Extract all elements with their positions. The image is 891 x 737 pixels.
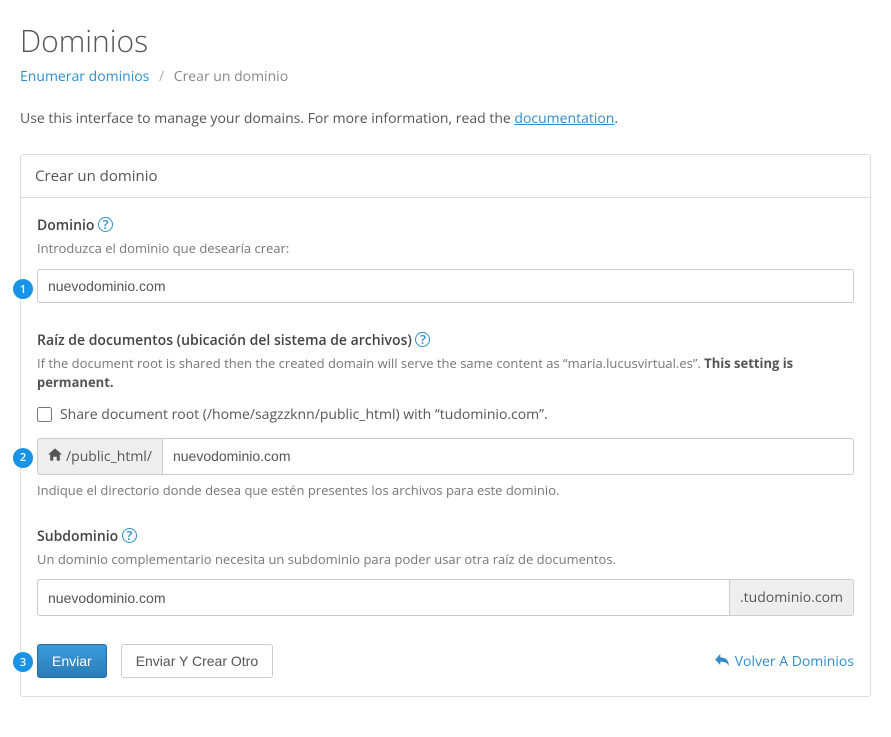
breadcrumb: Enumerar dominios / Crear un dominio (20, 67, 871, 86)
documentation-link[interactable]: documentation (514, 109, 614, 128)
create-domain-panel: Crear un dominio 1 Dominio ? Introduzca … (20, 154, 871, 697)
share-docroot-row[interactable]: Share document root (/home/sagzzknn/publ… (37, 405, 854, 424)
docroot-input-group: /public_html/ (37, 438, 854, 475)
domain-group: 1 Dominio ? Introduzca el dominio que de… (37, 216, 854, 303)
subdomain-label: Subdominio (37, 527, 118, 546)
docroot-prefix-text: /public_html/ (66, 447, 152, 466)
help-icon[interactable]: ? (98, 217, 113, 232)
step-badge-2: 2 (13, 448, 33, 468)
subdomain-input[interactable] (37, 579, 730, 616)
domain-input[interactable] (37, 269, 854, 303)
help-icon[interactable]: ? (415, 332, 430, 347)
domain-label: Dominio (37, 216, 94, 235)
breadcrumb-current: Crear un dominio (174, 67, 288, 86)
breadcrumb-separator: / (159, 67, 164, 86)
subdomain-group: Subdominio ? Un dominio complementario n… (37, 527, 854, 617)
docroot-group: Raíz de documentos (ubicación del sistem… (37, 331, 854, 499)
docroot-input[interactable] (162, 438, 854, 475)
submit-another-button[interactable]: Enviar Y Crear Otro (121, 644, 273, 678)
share-docroot-checkbox[interactable] (37, 407, 52, 422)
domain-helper: Introduzca el dominio que desearía crear… (37, 239, 854, 259)
subdomain-input-group: .tudominio.com (37, 579, 854, 616)
submit-button[interactable]: Enviar (37, 644, 107, 678)
page-title: Dominios (20, 20, 871, 61)
home-icon (48, 447, 62, 466)
subdomain-helper: Un dominio complementario necesita un su… (37, 550, 854, 570)
docroot-label: Raíz de documentos (ubicación del sistem… (37, 331, 412, 350)
docroot-prefix: /public_html/ (37, 438, 162, 475)
back-to-domains-link[interactable]: Volver A Dominios (715, 652, 854, 671)
breadcrumb-root-link[interactable]: Enumerar dominios (20, 67, 149, 86)
subdomain-suffix: .tudominio.com (730, 579, 854, 616)
panel-title: Crear un dominio (21, 155, 870, 198)
intro-prefix: Use this interface to manage your domain… (20, 109, 514, 128)
intro-suffix: . (614, 109, 618, 128)
back-link-text: Volver A Dominios (735, 652, 854, 671)
intro-text: Use this interface to manage your domain… (20, 108, 871, 130)
help-icon[interactable]: ? (122, 528, 137, 543)
docroot-post-text: Indique el directorio donde desea que es… (37, 481, 854, 499)
step-badge-3: 3 (13, 652, 33, 672)
actions-row: 3 Enviar Enviar Y Crear Otro Volver A Do… (37, 644, 854, 678)
docroot-helper: If the document root is shared then the … (37, 354, 854, 393)
reply-icon (715, 652, 729, 671)
step-badge-1: 1 (13, 279, 33, 299)
docroot-helper-prefix: If the document root is shared then the … (37, 354, 704, 372)
share-docroot-label: Share document root (/home/sagzzknn/publ… (60, 405, 548, 424)
